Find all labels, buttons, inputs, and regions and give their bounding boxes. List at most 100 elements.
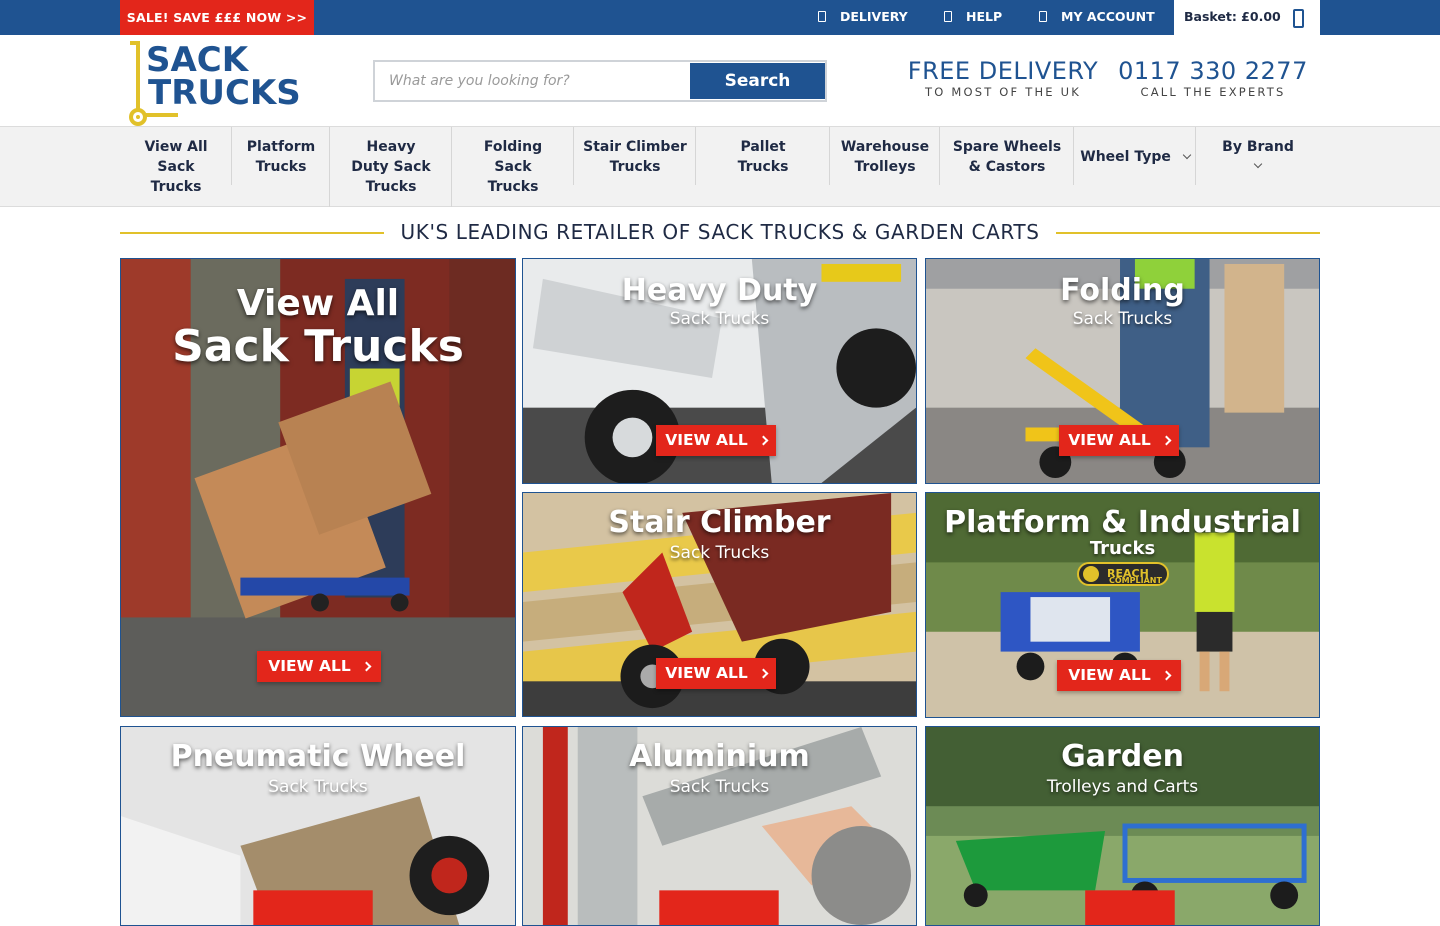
help-link-label: HELP [966, 9, 1003, 24]
view-all-button[interactable]: VIEW ALL [257, 651, 381, 682]
basket-total: Basket: £0.00 [1184, 9, 1281, 24]
tile-title: Stair Climber [608, 505, 831, 540]
category-tile-folding[interactable]: Folding Sack Trucks VIEW ALL [925, 258, 1320, 484]
free-delivery-promo[interactable]: FREE DELIVERY TO MOST OF THE UK [905, 57, 1101, 99]
tile-subtitle: Sack Trucks [669, 309, 770, 329]
nav-label-line: Trucks [737, 159, 789, 175]
nav-label-line: Trucks [487, 179, 539, 195]
free-delivery-title: FREE DELIVERY [907, 57, 1099, 85]
phone-subtitle: CALL THE EXPERTS [1140, 85, 1286, 99]
nav-label-line: Sack [494, 159, 532, 175]
nav-label-line: By Brand [1222, 139, 1294, 155]
view-all-button[interactable]: VIEW ALL [1057, 660, 1181, 691]
category-tile-stair-climber[interactable]: Stair Climber Sack Trucks VIEW ALL [522, 492, 917, 717]
help-icon [944, 11, 952, 22]
nav-label-line: Platform [246, 139, 316, 155]
user-icon [1039, 11, 1047, 22]
nav-item-by-brand[interactable]: By Brand [1196, 127, 1320, 207]
search-button[interactable]: Search [690, 63, 825, 99]
nav-item-view-all-sack-trucks[interactable]: View All Sack Trucks [120, 127, 232, 207]
nav-item-spare-wheels-castors[interactable]: Spare Wheels & Castors [940, 127, 1074, 207]
my-account-link-label: MY ACCOUNT [1061, 9, 1155, 24]
site-header: SACK TRUCKS Search FREE DELIVERY TO MOST… [0, 35, 1440, 127]
tile-title: Garden [1061, 739, 1184, 774]
nav-item-folding-sack-trucks[interactable]: Folding Sack Trucks [452, 127, 574, 207]
tile-subtitle: Sack Trucks [1072, 309, 1173, 329]
nav-item-warehouse-trolleys[interactable]: Warehouse Trolleys [830, 127, 940, 207]
category-tile-view-all[interactable]: View All Sack Trucks VIEW ALL [120, 258, 516, 717]
nav-item-platform-trucks[interactable]: Platform Trucks [232, 127, 330, 207]
chevron-down-icon [1253, 159, 1263, 169]
search-input[interactable] [375, 62, 689, 100]
delivery-link[interactable]: DELIVERY [818, 0, 908, 35]
chevron-right-icon [758, 435, 769, 446]
nav-item-pallet-trucks[interactable]: Pallet Trucks [696, 127, 830, 207]
nav-label-line: & Castors [968, 159, 1046, 175]
logo-text-trucks: TRUCKS [148, 73, 301, 113]
badge-sub-label: COMPLIANT [1109, 576, 1162, 585]
chevron-down-icon [1182, 150, 1191, 160]
tile-subtitle: Sack Trucks [669, 777, 770, 797]
chevron-right-icon [1161, 670, 1172, 681]
nav-item-heavy-duty-sack-trucks[interactable]: Heavy Duty Sack Trucks [330, 127, 452, 207]
phone-promo[interactable]: 0117 330 2277 CALL THE EXPERTS [1116, 57, 1310, 99]
nav-label-line: Duty Sack [351, 159, 431, 175]
category-tile-platform-industrial[interactable]: Platform & Industrial Trucks REACH COMPL… [925, 492, 1320, 718]
view-all-button[interactable]: VIEW ALL [656, 425, 776, 456]
free-delivery-subtitle: TO MOST OF THE UK [925, 85, 1081, 99]
nav-item-stair-climber-trucks[interactable]: Stair Climber Trucks [574, 127, 696, 207]
heading-rule-right [1056, 232, 1320, 234]
check-circle-icon [1083, 566, 1099, 582]
tile-title-line-2: Sack Trucks [172, 321, 464, 372]
nav-label-line: Wheel Type [1080, 149, 1171, 165]
tile-subtitle: Trucks [1089, 538, 1156, 559]
top-bar: SALE! SAVE £££ NOW >> DELIVERY HELP MY A… [0, 0, 1440, 35]
nav-label-line: View All [144, 139, 208, 155]
chevron-right-icon [1161, 435, 1172, 446]
view-all-label: VIEW ALL [268, 657, 351, 675]
delivery-link-label: DELIVERY [840, 9, 908, 24]
search-form: Search [373, 60, 827, 102]
view-all-label: VIEW ALL [665, 664, 748, 682]
sack-trucks-logo[interactable]: SACK TRUCKS [124, 41, 304, 127]
nav-label-line: Warehouse [840, 139, 930, 155]
view-all-label: VIEW ALL [665, 431, 748, 449]
tile-subtitle: Sack Trucks [669, 543, 770, 563]
nav-label-line: Pallet [740, 139, 786, 155]
chevron-right-icon [758, 668, 769, 679]
tile-subtitle: Sack Trucks [268, 777, 368, 797]
view-all-button[interactable]: VIEW ALL [656, 658, 776, 689]
chevron-right-icon [361, 661, 372, 672]
view-all-label: VIEW ALL [1068, 431, 1151, 449]
nav-label-line: Sack [157, 159, 195, 175]
category-tile-pneumatic-wheel[interactable]: Pneumatic Wheel Sack Trucks [120, 726, 516, 926]
tile-title: Aluminium [629, 739, 810, 774]
nav-label-line: Trucks [609, 159, 661, 175]
main-navigation: View All Sack Trucks Platform Trucks Hea… [0, 127, 1440, 207]
tile-title: Heavy Duty [621, 273, 818, 308]
nav-label-line: Heavy [366, 139, 416, 155]
nav-label-line: Trolleys [854, 159, 916, 175]
sale-banner-button[interactable]: SALE! SAVE £££ NOW >> [120, 0, 314, 35]
category-tile-garden[interactable]: Garden Trolleys and Carts [925, 726, 1320, 926]
nav-label-line: Stair Climber [583, 139, 687, 155]
nav-item-wheel-type[interactable]: Wheel Type [1074, 127, 1196, 207]
nav-label-line: Trucks [150, 179, 202, 195]
truck-icon [818, 11, 826, 22]
help-link[interactable]: HELP [944, 0, 1002, 35]
view-all-button[interactable]: VIEW ALL [1059, 425, 1179, 456]
category-tile-aluminium[interactable]: Aluminium Sack Trucks [522, 726, 917, 926]
my-account-link[interactable]: MY ACCOUNT [1039, 0, 1155, 35]
nav-label-line: Folding [483, 139, 543, 155]
nav-label-line: Spare Wheels [952, 139, 1062, 155]
tile-title: Pneumatic Wheel [170, 739, 466, 774]
tile-title: Platform & Industrial [944, 505, 1301, 540]
basket-button[interactable]: Basket: £0.00 [1174, 0, 1320, 35]
tile-subtitle: Trolleys and Carts [1046, 777, 1199, 797]
phone-number: 0117 330 2277 [1118, 57, 1308, 85]
basket-icon [1293, 9, 1304, 28]
reach-compliant-badge: REACH COMPLIANT [1077, 562, 1169, 586]
category-tile-heavy-duty[interactable]: Heavy Duty Sack Trucks VIEW ALL [522, 258, 917, 484]
nav-label-line: Trucks [255, 159, 307, 175]
tile-title: View All [236, 283, 400, 324]
